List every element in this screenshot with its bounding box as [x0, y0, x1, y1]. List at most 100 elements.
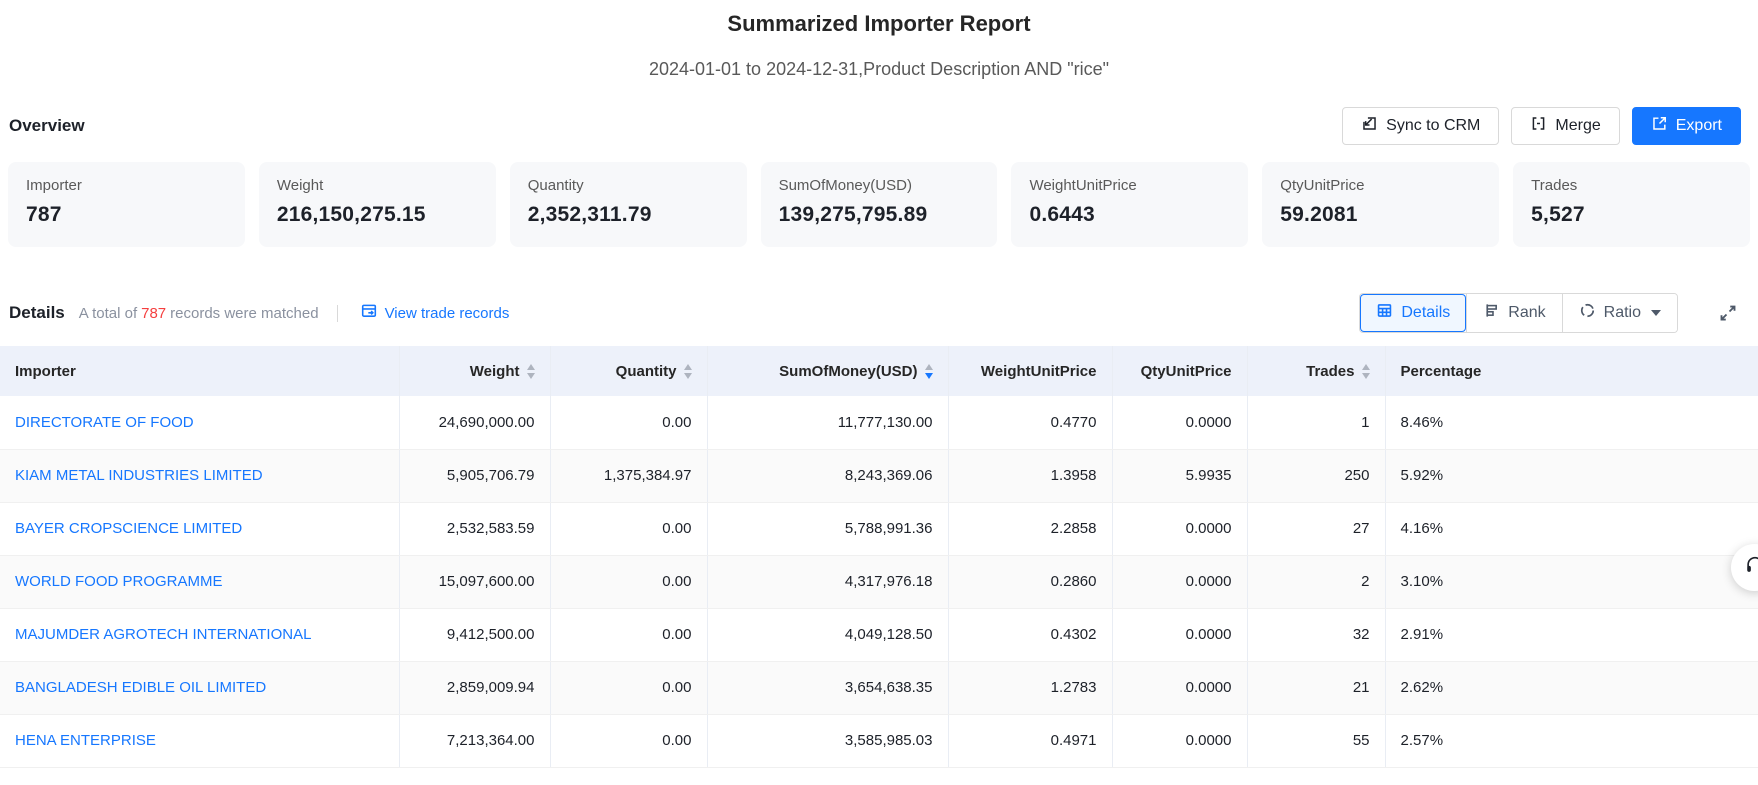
tab-details[interactable]: Details — [1360, 294, 1466, 332]
quantity-cell: 1,375,384.97 — [550, 449, 707, 502]
sum-cell: 5,788,991.36 — [707, 502, 948, 555]
weight-unit-price-cell: 1.3958 — [948, 449, 1112, 502]
overview-heading: Overview — [9, 116, 85, 136]
importer-link[interactable]: BAYER CROPSCIENCE LIMITED — [15, 520, 242, 537]
percentage-cell: 4.16% — [1385, 502, 1758, 555]
sort-icon — [684, 364, 692, 379]
rank-chart-icon — [1483, 302, 1500, 324]
importers-table: Importer Weight Quantity SumOfMoney(USD)… — [0, 346, 1758, 768]
qty-unit-price-cell: 5.9935 — [1112, 449, 1247, 502]
quantity-cell: 0.00 — [550, 661, 707, 714]
weight-cell: 7,213,364.00 — [399, 714, 550, 767]
quantity-cell: 0.00 — [550, 396, 707, 449]
weight-cell: 5,905,706.79 — [399, 449, 550, 502]
table-row: MAJUMDER AGROTECH INTERNATIONAL 9,412,50… — [0, 608, 1758, 661]
header-sum-of-money-sort[interactable]: SumOfMoney(USD) — [707, 346, 948, 396]
sort-icon — [1362, 364, 1370, 379]
table-row: BAYER CROPSCIENCE LIMITED 2,532,583.59 0… — [0, 502, 1758, 555]
tab-ratio[interactable]: Ratio — [1562, 294, 1677, 332]
weight-cell: 2,532,583.59 — [399, 502, 550, 555]
table-row: BANGLADESH EDIBLE OIL LIMITED 2,859,009.… — [0, 661, 1758, 714]
importer-link[interactable]: HENA ENTERPRISE — [15, 732, 156, 749]
view-trade-records-link[interactable]: View trade records — [360, 302, 510, 324]
sync-to-crm-button[interactable]: Sync to CRM — [1342, 107, 1499, 145]
sum-cell: 4,049,128.50 — [707, 608, 948, 661]
header-importer: Importer — [0, 346, 399, 396]
headset-icon — [1744, 554, 1758, 581]
header-trades-sort[interactable]: Trades — [1247, 346, 1385, 396]
weight-unit-price-cell: 1.2783 — [948, 661, 1112, 714]
stat-card-qty-unit-price: QtyUnitPrice 59.2081 — [1262, 162, 1499, 247]
stat-card-weight: Weight 216,150,275.15 — [259, 162, 496, 247]
weight-cell: 15,097,600.00 — [399, 555, 550, 608]
stat-card-sum-of-money: SumOfMoney(USD) 139,275,795.89 — [761, 162, 998, 247]
details-toolbar: Details A total of787records were matche… — [9, 293, 1738, 333]
quantity-cell: 0.00 — [550, 502, 707, 555]
trades-cell: 55 — [1247, 714, 1385, 767]
qty-unit-price-cell: 0.0000 — [1112, 396, 1247, 449]
overview-stats-row: Importer 787 Weight 216,150,275.15 Quant… — [8, 162, 1750, 247]
quantity-cell: 0.00 — [550, 714, 707, 767]
trade-records-icon — [360, 302, 378, 324]
weight-cell: 2,859,009.94 — [399, 661, 550, 714]
matched-count: 787 — [137, 305, 170, 322]
merge-button[interactable]: Merge — [1511, 107, 1619, 145]
percentage-cell: 5.92% — [1385, 449, 1758, 502]
sum-cell: 11,777,130.00 — [707, 396, 948, 449]
qty-unit-price-cell: 0.0000 — [1112, 714, 1247, 767]
report-filter-subtitle: 2024-01-01 to 2024-12-31,Product Descrip… — [0, 59, 1758, 80]
weight-unit-price-cell: 0.4770 — [948, 396, 1112, 449]
header-quantity-sort[interactable]: Quantity — [550, 346, 707, 396]
fullscreen-icon[interactable] — [1718, 303, 1738, 323]
divider — [337, 305, 338, 322]
header-percentage: Percentage — [1385, 346, 1758, 396]
stat-card-importer: Importer 787 — [8, 162, 245, 247]
percentage-cell: 8.46% — [1385, 396, 1758, 449]
weight-cell: 24,690,000.00 — [399, 396, 550, 449]
table-row: WORLD FOOD PROGRAMME 15,097,600.00 0.00 … — [0, 555, 1758, 608]
quantity-cell: 0.00 — [550, 555, 707, 608]
percentage-cell: 3.10% — [1385, 555, 1758, 608]
trades-cell: 27 — [1247, 502, 1385, 555]
importer-link[interactable]: BANGLADESH EDIBLE OIL LIMITED — [15, 679, 266, 696]
importer-link[interactable]: DIRECTORATE OF FOOD — [15, 414, 194, 431]
details-summary: Details A total of787records were matche… — [9, 302, 509, 324]
header-qty-unit-price: QtyUnitPrice — [1112, 346, 1247, 396]
header-weight-sort[interactable]: Weight — [399, 346, 550, 396]
details-heading: Details — [9, 303, 65, 323]
overview-actions: Sync to CRM Merge Export — [1342, 107, 1741, 145]
trades-cell: 2 — [1247, 555, 1385, 608]
stat-card-quantity: Quantity 2,352,311.79 — [510, 162, 747, 247]
stat-card-trades: Trades 5,527 — [1513, 162, 1750, 247]
sum-cell: 4,317,976.18 — [707, 555, 948, 608]
matched-records-text: A total of787records were matched — [79, 305, 319, 322]
sort-icon-active-desc — [925, 364, 933, 379]
importer-link[interactable]: KIAM METAL INDUSTRIES LIMITED — [15, 467, 263, 484]
trades-cell: 250 — [1247, 449, 1385, 502]
view-mode-segmented-control: Details Rank Ratio — [1359, 293, 1678, 333]
table-grid-icon — [1376, 302, 1393, 324]
importer-link[interactable]: WORLD FOOD PROGRAMME — [15, 573, 223, 590]
merge-icon — [1530, 115, 1547, 137]
quantity-cell: 0.00 — [550, 608, 707, 661]
report-header: Summarized Importer Report 2024-01-01 to… — [0, 0, 1758, 80]
chevron-down-icon — [1651, 310, 1661, 316]
qty-unit-price-cell: 0.0000 — [1112, 555, 1247, 608]
export-button[interactable]: Export — [1632, 107, 1741, 145]
export-icon — [1651, 115, 1668, 137]
header-weight-unit-price: WeightUnitPrice — [948, 346, 1112, 396]
qty-unit-price-cell: 0.0000 — [1112, 608, 1247, 661]
table-row: HENA ENTERPRISE 7,213,364.00 0.00 3,585,… — [0, 714, 1758, 767]
tab-rank[interactable]: Rank — [1466, 294, 1561, 332]
weight-unit-price-cell: 0.4302 — [948, 608, 1112, 661]
table-row: DIRECTORATE OF FOOD 24,690,000.00 0.00 1… — [0, 396, 1758, 449]
importer-link[interactable]: MAJUMDER AGROTECH INTERNATIONAL — [15, 626, 311, 643]
sort-icon — [527, 364, 535, 379]
stat-card-weight-unit-price: WeightUnitPrice 0.6443 — [1011, 162, 1248, 247]
trades-cell: 1 — [1247, 396, 1385, 449]
weight-unit-price-cell: 0.4971 — [948, 714, 1112, 767]
percentage-cell: 2.57% — [1385, 714, 1758, 767]
table-row: KIAM METAL INDUSTRIES LIMITED 5,905,706.… — [0, 449, 1758, 502]
percentage-cell: 2.62% — [1385, 661, 1758, 714]
table-header-row: Importer Weight Quantity SumOfMoney(USD)… — [0, 346, 1758, 396]
